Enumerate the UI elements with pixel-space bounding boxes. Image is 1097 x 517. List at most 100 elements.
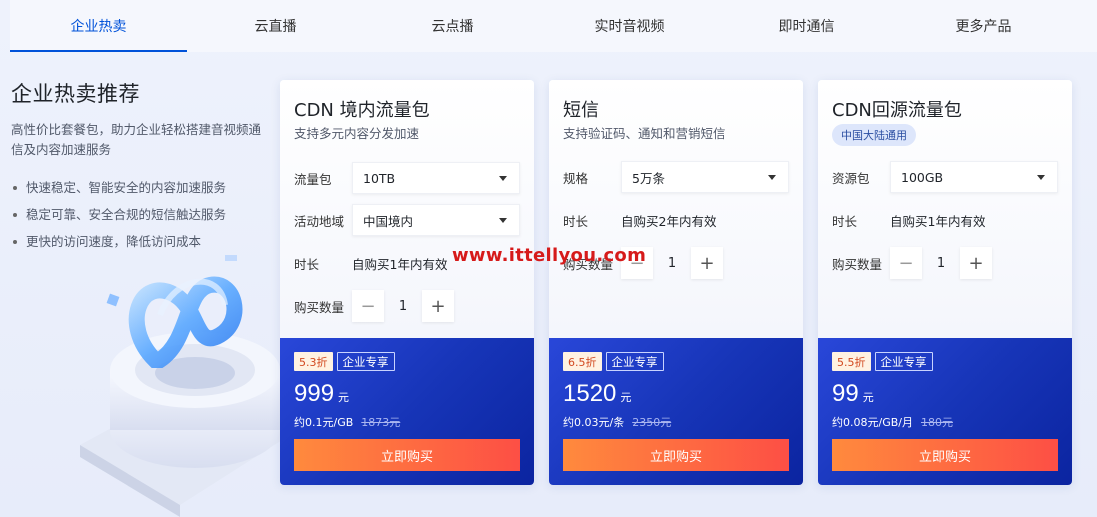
duration-value: 自购买2年内有效	[621, 213, 717, 229]
spec-select[interactable]: 5万条	[621, 161, 789, 193]
unit-price: 约0.03元/条	[563, 416, 625, 429]
quantity-input[interactable]: 1	[922, 247, 960, 279]
price-unit: 元	[620, 391, 632, 404]
buy-now-button[interactable]: 立即购买	[563, 439, 789, 471]
duration-value: 自购买1年内有效	[352, 256, 448, 272]
buy-now-button[interactable]: 立即购买	[832, 439, 1058, 471]
traffic-package-select[interactable]: 10TB	[352, 162, 520, 194]
row-label: 活动地域	[294, 213, 345, 229]
discount-badge: 6.5折	[563, 352, 602, 371]
minus-icon[interactable]: −	[890, 247, 922, 279]
quantity-row: 购买数量 − 1 +	[832, 246, 992, 280]
product-tabs: 企业热卖 云直播 云点播 实时音视频 即时通信 更多产品	[10, 0, 1097, 52]
chevron-down-icon	[768, 175, 776, 180]
row-label: 购买数量	[294, 299, 345, 315]
traffic-package-row: 流量包 10TB	[294, 161, 520, 195]
unit-price: 约0.08元/GB/月	[832, 416, 913, 429]
card-tags: 5.5折 企业专享	[832, 352, 933, 371]
duration-row: 时长 自购买2年内有效	[563, 203, 716, 237]
watermark-text: www.ittellyou.com	[452, 245, 647, 266]
card-title: 短信	[563, 100, 599, 121]
duration-row: 时长 自购买1年内有效	[294, 246, 447, 280]
enterprise-badge: 企业专享	[874, 352, 933, 371]
select-value: 5万条	[632, 170, 665, 186]
select-value: 100GB	[901, 169, 944, 185]
card-subtitle: 支持多元内容分发加速	[294, 126, 420, 141]
intro-description: 高性价比套餐包，助力企业轻松搭建音视频通信及内容加速服务	[11, 122, 262, 157]
unit-price: 约0.1元/GB	[294, 416, 354, 429]
row-label: 流量包	[294, 171, 332, 187]
product-card-cdn-origin: CDN回源流量包 中国大陆通用 资源包 100GB 时长 自购买1年内有效 购买…	[818, 80, 1072, 485]
product-card-cdn-domestic: CDN 境内流量包 支持多元内容分发加速 流量包 10TB 活动地域 中国境内 …	[280, 80, 534, 485]
plus-icon[interactable]: +	[691, 247, 723, 279]
quantity-stepper: − 1 +	[352, 290, 454, 322]
tab-more-products[interactable]: 更多产品	[895, 0, 1072, 52]
resource-package-select[interactable]: 100GB	[890, 161, 1058, 193]
discount-badge: 5.5折	[832, 352, 871, 371]
product-card-sms: 短信 支持验证码、通知和营销短信 规格 5万条 时长 自购买2年内有效 购买数量…	[549, 80, 803, 485]
quantity-stepper: − 1 +	[890, 247, 992, 279]
chevron-down-icon	[499, 218, 507, 223]
select-value: 10TB	[363, 170, 396, 186]
unit-price-line: 约0.1元/GB 1873元	[294, 414, 400, 430]
price: 99 元	[832, 380, 874, 408]
enterprise-badge: 企业专享	[336, 352, 395, 371]
card-title: CDN 境内流量包	[294, 100, 430, 121]
intro-section: 企业热卖推荐 高性价比套餐包，助力企业轻松搭建音视频通信及内容加速服务 快速稳定…	[11, 78, 266, 255]
quantity-input[interactable]: 1	[653, 247, 691, 279]
row-label: 时长	[832, 213, 858, 229]
row-label: 资源包	[832, 170, 870, 186]
region-row: 活动地域 中国境内	[294, 203, 520, 237]
plus-icon[interactable]: +	[422, 290, 454, 322]
price: 1520 元	[563, 380, 631, 408]
original-price: 2350元	[632, 416, 672, 429]
price-unit: 元	[338, 391, 350, 404]
region-badge: 中国大陆通用	[832, 124, 916, 146]
plus-icon[interactable]: +	[960, 247, 992, 279]
buy-now-button[interactable]: 立即购买	[294, 439, 520, 471]
tab-vod[interactable]: 云点播	[364, 0, 541, 52]
unit-price-line: 约0.08元/GB/月 180元	[832, 414, 953, 430]
unit-price-line: 约0.03元/条 2350元	[563, 414, 671, 430]
card-tags: 6.5折 企业专享	[563, 352, 664, 371]
tab-trtc[interactable]: 实时音视频	[541, 0, 718, 52]
intro-bullets: 快速稳定、智能安全的内容加速服务 稳定可靠、安全合规的短信触达服务 更快的访问速…	[11, 174, 266, 255]
quantity-row: 购买数量 − 1 +	[294, 289, 454, 323]
price: 999 元	[294, 380, 349, 408]
original-price: 180元	[920, 416, 953, 429]
price-value: 1520	[563, 380, 617, 407]
price-unit: 元	[862, 391, 874, 404]
spec-row: 规格 5万条	[563, 160, 789, 194]
intro-bullet: 快速稳定、智能安全的内容加速服务	[11, 174, 266, 201]
chevron-down-icon	[499, 176, 507, 181]
row-label: 时长	[563, 213, 589, 229]
card-price-panel: 6.5折 企业专享 1520 元 约0.03元/条 2350元 立即购买	[549, 338, 803, 485]
select-value: 中国境内	[363, 213, 414, 229]
card-subtitle: 支持验证码、通知和营销短信	[563, 126, 726, 141]
quantity-input[interactable]: 1	[384, 290, 422, 322]
tab-im[interactable]: 即时通信	[718, 0, 895, 52]
tab-hot-sale[interactable]: 企业热卖	[10, 0, 187, 52]
row-label: 购买数量	[832, 256, 883, 272]
duration-value: 自购买1年内有效	[890, 213, 986, 229]
resource-package-row: 资源包 100GB	[832, 160, 1058, 194]
card-title: CDN回源流量包	[832, 100, 962, 121]
row-label: 时长	[294, 256, 320, 272]
original-price: 1873元	[361, 416, 401, 429]
card-tags: 5.3折 企业专享	[294, 352, 395, 371]
tab-live-streaming[interactable]: 云直播	[187, 0, 364, 52]
chevron-down-icon	[1037, 175, 1045, 180]
enterprise-badge: 企业专享	[605, 352, 664, 371]
cloud-device-illustration	[80, 255, 290, 517]
card-price-panel: 5.3折 企业专享 999 元 约0.1元/GB 1873元 立即购买	[280, 338, 534, 485]
price-value: 999	[294, 380, 335, 407]
minus-icon[interactable]: −	[352, 290, 384, 322]
row-label: 规格	[563, 170, 589, 186]
intro-title: 企业热卖推荐	[11, 82, 140, 106]
intro-bullet: 稳定可靠、安全合规的短信触达服务	[11, 201, 266, 228]
intro-bullet: 更快的访问速度，降低访问成本	[11, 228, 266, 255]
discount-badge: 5.3折	[294, 352, 333, 371]
card-price-panel: 5.5折 企业专享 99 元 约0.08元/GB/月 180元 立即购买	[818, 338, 1072, 485]
duration-row: 时长 自购买1年内有效	[832, 203, 985, 237]
region-select[interactable]: 中国境内	[352, 204, 520, 236]
